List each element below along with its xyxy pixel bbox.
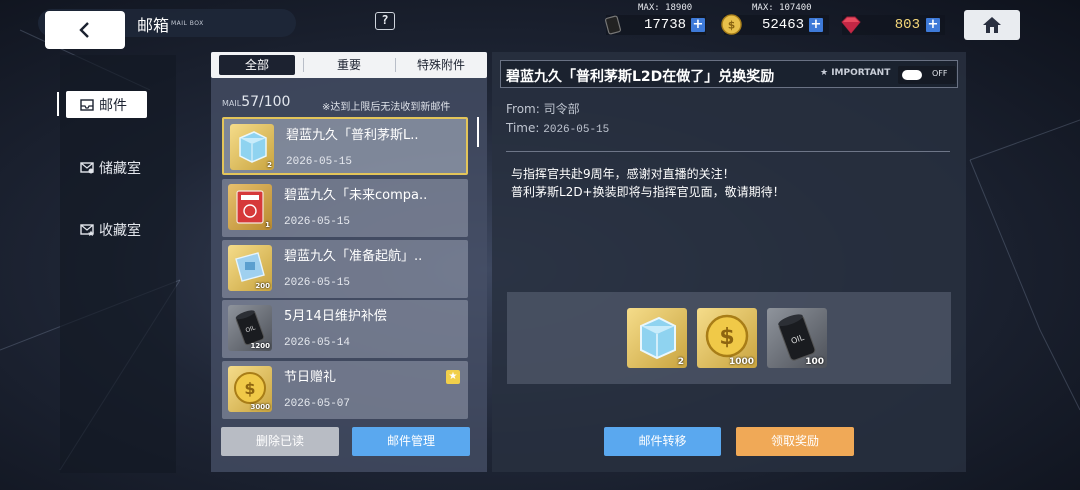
tab-divider — [395, 58, 396, 72]
mail-list-item[interactable]: OIL 1200 5月14日维护补偿 2026-05-14 — [222, 300, 468, 358]
item-quantity: 1200 — [250, 342, 270, 350]
attachment-item[interactable]: 2 — [627, 308, 687, 368]
resource-oil-max: MAX: 18900 — [638, 3, 693, 13]
tab-special-attachment[interactable]: 特殊附件 — [401, 55, 481, 75]
mail-date: 2026-05-14 — [284, 337, 351, 349]
item-quantity: 2 — [677, 357, 684, 367]
gem-icon — [840, 15, 862, 35]
tab-all[interactable]: 全部 — [219, 55, 295, 75]
svg-text:$: $ — [719, 325, 734, 350]
star-icon: ★ — [820, 68, 832, 78]
chevron-left-icon — [79, 22, 89, 38]
important-label: ★ IMPORTANT — [820, 68, 890, 78]
home-icon — [983, 17, 1001, 33]
home-button[interactable] — [964, 10, 1020, 40]
item-quantity: 100 — [805, 357, 824, 367]
coin-icon: $ — [721, 14, 742, 35]
mail-title: 碧蓝九久「未来compa.. — [284, 188, 428, 203]
help-button[interactable]: ? — [375, 12, 395, 30]
back-button[interactable] — [45, 11, 125, 49]
resource-oil-value: 17738 — [643, 17, 686, 33]
item-quantity: 1 — [265, 221, 270, 229]
list-scrollbar[interactable] — [477, 117, 479, 147]
delete-read-button[interactable]: 删除已读 — [221, 427, 339, 456]
sidebar-item-label: 储藏室 — [99, 160, 141, 177]
sidebar-item-mail[interactable]: 邮件 — [66, 91, 147, 118]
item-quantity: 2 — [267, 161, 272, 169]
item-quantity: 200 — [255, 282, 270, 290]
resource-coin-max: MAX: 107400 — [752, 3, 812, 13]
saved-mail-icon — [80, 223, 94, 236]
mail-body: 与指挥官共赴9周年，感谢对直播的关注！ 普利茅斯L2D+换装即将与指挥官见面，敬… — [511, 165, 785, 201]
sidebar-active-indicator — [57, 92, 59, 116]
tab-divider — [303, 58, 304, 72]
mail-title: 节日赠礼 — [284, 370, 337, 385]
attachment-item[interactable]: $ 1000 — [697, 308, 757, 368]
sidebar-item-label: 收藏室 — [99, 222, 141, 239]
resource-gem-value: 803 — [894, 17, 920, 33]
svg-text:$: $ — [728, 19, 735, 31]
mail-count-label: MAIL — [222, 99, 242, 108]
mail-title: 碧蓝九久「准备起航」.. — [284, 249, 423, 264]
add-coin-button[interactable]: + — [809, 18, 823, 32]
mail-count-value: 57/100 — [241, 94, 291, 110]
important-text: IMPORTANT — [831, 68, 891, 78]
mail-list-item[interactable]: 2 碧蓝九久「普利茅斯L.. 2026-05-15 — [222, 117, 468, 175]
resource-coin-value: 52463 — [761, 17, 804, 33]
svg-text:$: $ — [244, 379, 255, 398]
claim-reward-button[interactable]: 领取奖励 — [736, 427, 854, 456]
mail-detail-title: 碧蓝九久「普利茅斯L2D在做了」兑换奖励 — [506, 69, 775, 85]
cube-icon: 2 — [230, 124, 274, 170]
divider — [506, 151, 950, 152]
item-quantity: 1000 — [728, 357, 754, 367]
mail-date: 2026-05-15 — [286, 156, 353, 168]
mail-list-item[interactable]: 200 碧蓝九久「准备起航」.. 2026-05-15 — [222, 240, 468, 298]
toggle-knob — [902, 70, 922, 80]
sidebar-item-saved[interactable]: 收藏室 — [66, 216, 176, 243]
page-subtitle: MAIL BOX — [171, 20, 204, 27]
star-icon: ★ — [446, 370, 460, 384]
mail-body-line: 与指挥官共赴9周年，感谢对直播的关注！ — [511, 167, 735, 181]
item-quantity: 3000 — [250, 403, 270, 411]
oil-icon — [604, 15, 622, 35]
page-title: 邮箱 — [137, 16, 170, 35]
filter-tabs: 全部 重要 特殊附件 — [211, 52, 487, 78]
book-icon: 1 — [228, 184, 272, 230]
mail-list-item[interactable]: 1 碧蓝九久「未来compa.. 2026-05-15 — [222, 179, 468, 237]
time-value: 2026-05-15 — [543, 124, 610, 136]
mail-title: 碧蓝九久「普利茅斯L.. — [286, 128, 419, 143]
sidebar-item-label: 邮件 — [99, 97, 127, 114]
mail-icon — [80, 98, 94, 111]
blueprint-icon: 200 — [228, 245, 272, 291]
mail-transfer-button[interactable]: 邮件转移 — [604, 427, 721, 456]
mail-date: 2026-05-15 — [284, 216, 351, 228]
mail-body-line: 普利茅斯L2D+换装即将与指挥官见面，敬请期待！ — [511, 185, 785, 199]
mail-date: 2026-05-07 — [284, 398, 351, 410]
time-label: Time: — [506, 121, 540, 135]
oil-barrel-icon: OIL 1200 — [228, 305, 272, 351]
add-gem-button[interactable]: + — [926, 18, 940, 32]
mailbox-limit-note: ※达到上限后无法收到新邮件 — [322, 102, 451, 113]
mail-title: 5月14日维护补偿 — [284, 309, 387, 324]
coin-icon: $ 3000 — [228, 366, 272, 412]
mail-count: MAIL57/100 — [222, 94, 290, 110]
storage-mail-icon — [80, 161, 94, 173]
toggle-state: OFF — [932, 69, 948, 78]
mail-from: From: 司令部 — [506, 102, 580, 116]
add-oil-button[interactable]: + — [691, 18, 705, 32]
important-toggle[interactable]: OFF — [898, 66, 956, 84]
tab-important[interactable]: 重要 — [311, 55, 387, 75]
mail-list-item[interactable]: $ 3000 节日赠礼 2026-05-07 ★ — [222, 361, 468, 419]
attachment-item[interactable]: OIL 100 — [767, 308, 827, 368]
mail-date: 2026-05-15 — [284, 277, 351, 289]
mail-manage-button[interactable]: 邮件管理 — [352, 427, 470, 456]
sidebar-item-storage[interactable]: 储藏室 — [66, 154, 176, 181]
mail-time: Time: 2026-05-15 — [506, 121, 609, 136]
